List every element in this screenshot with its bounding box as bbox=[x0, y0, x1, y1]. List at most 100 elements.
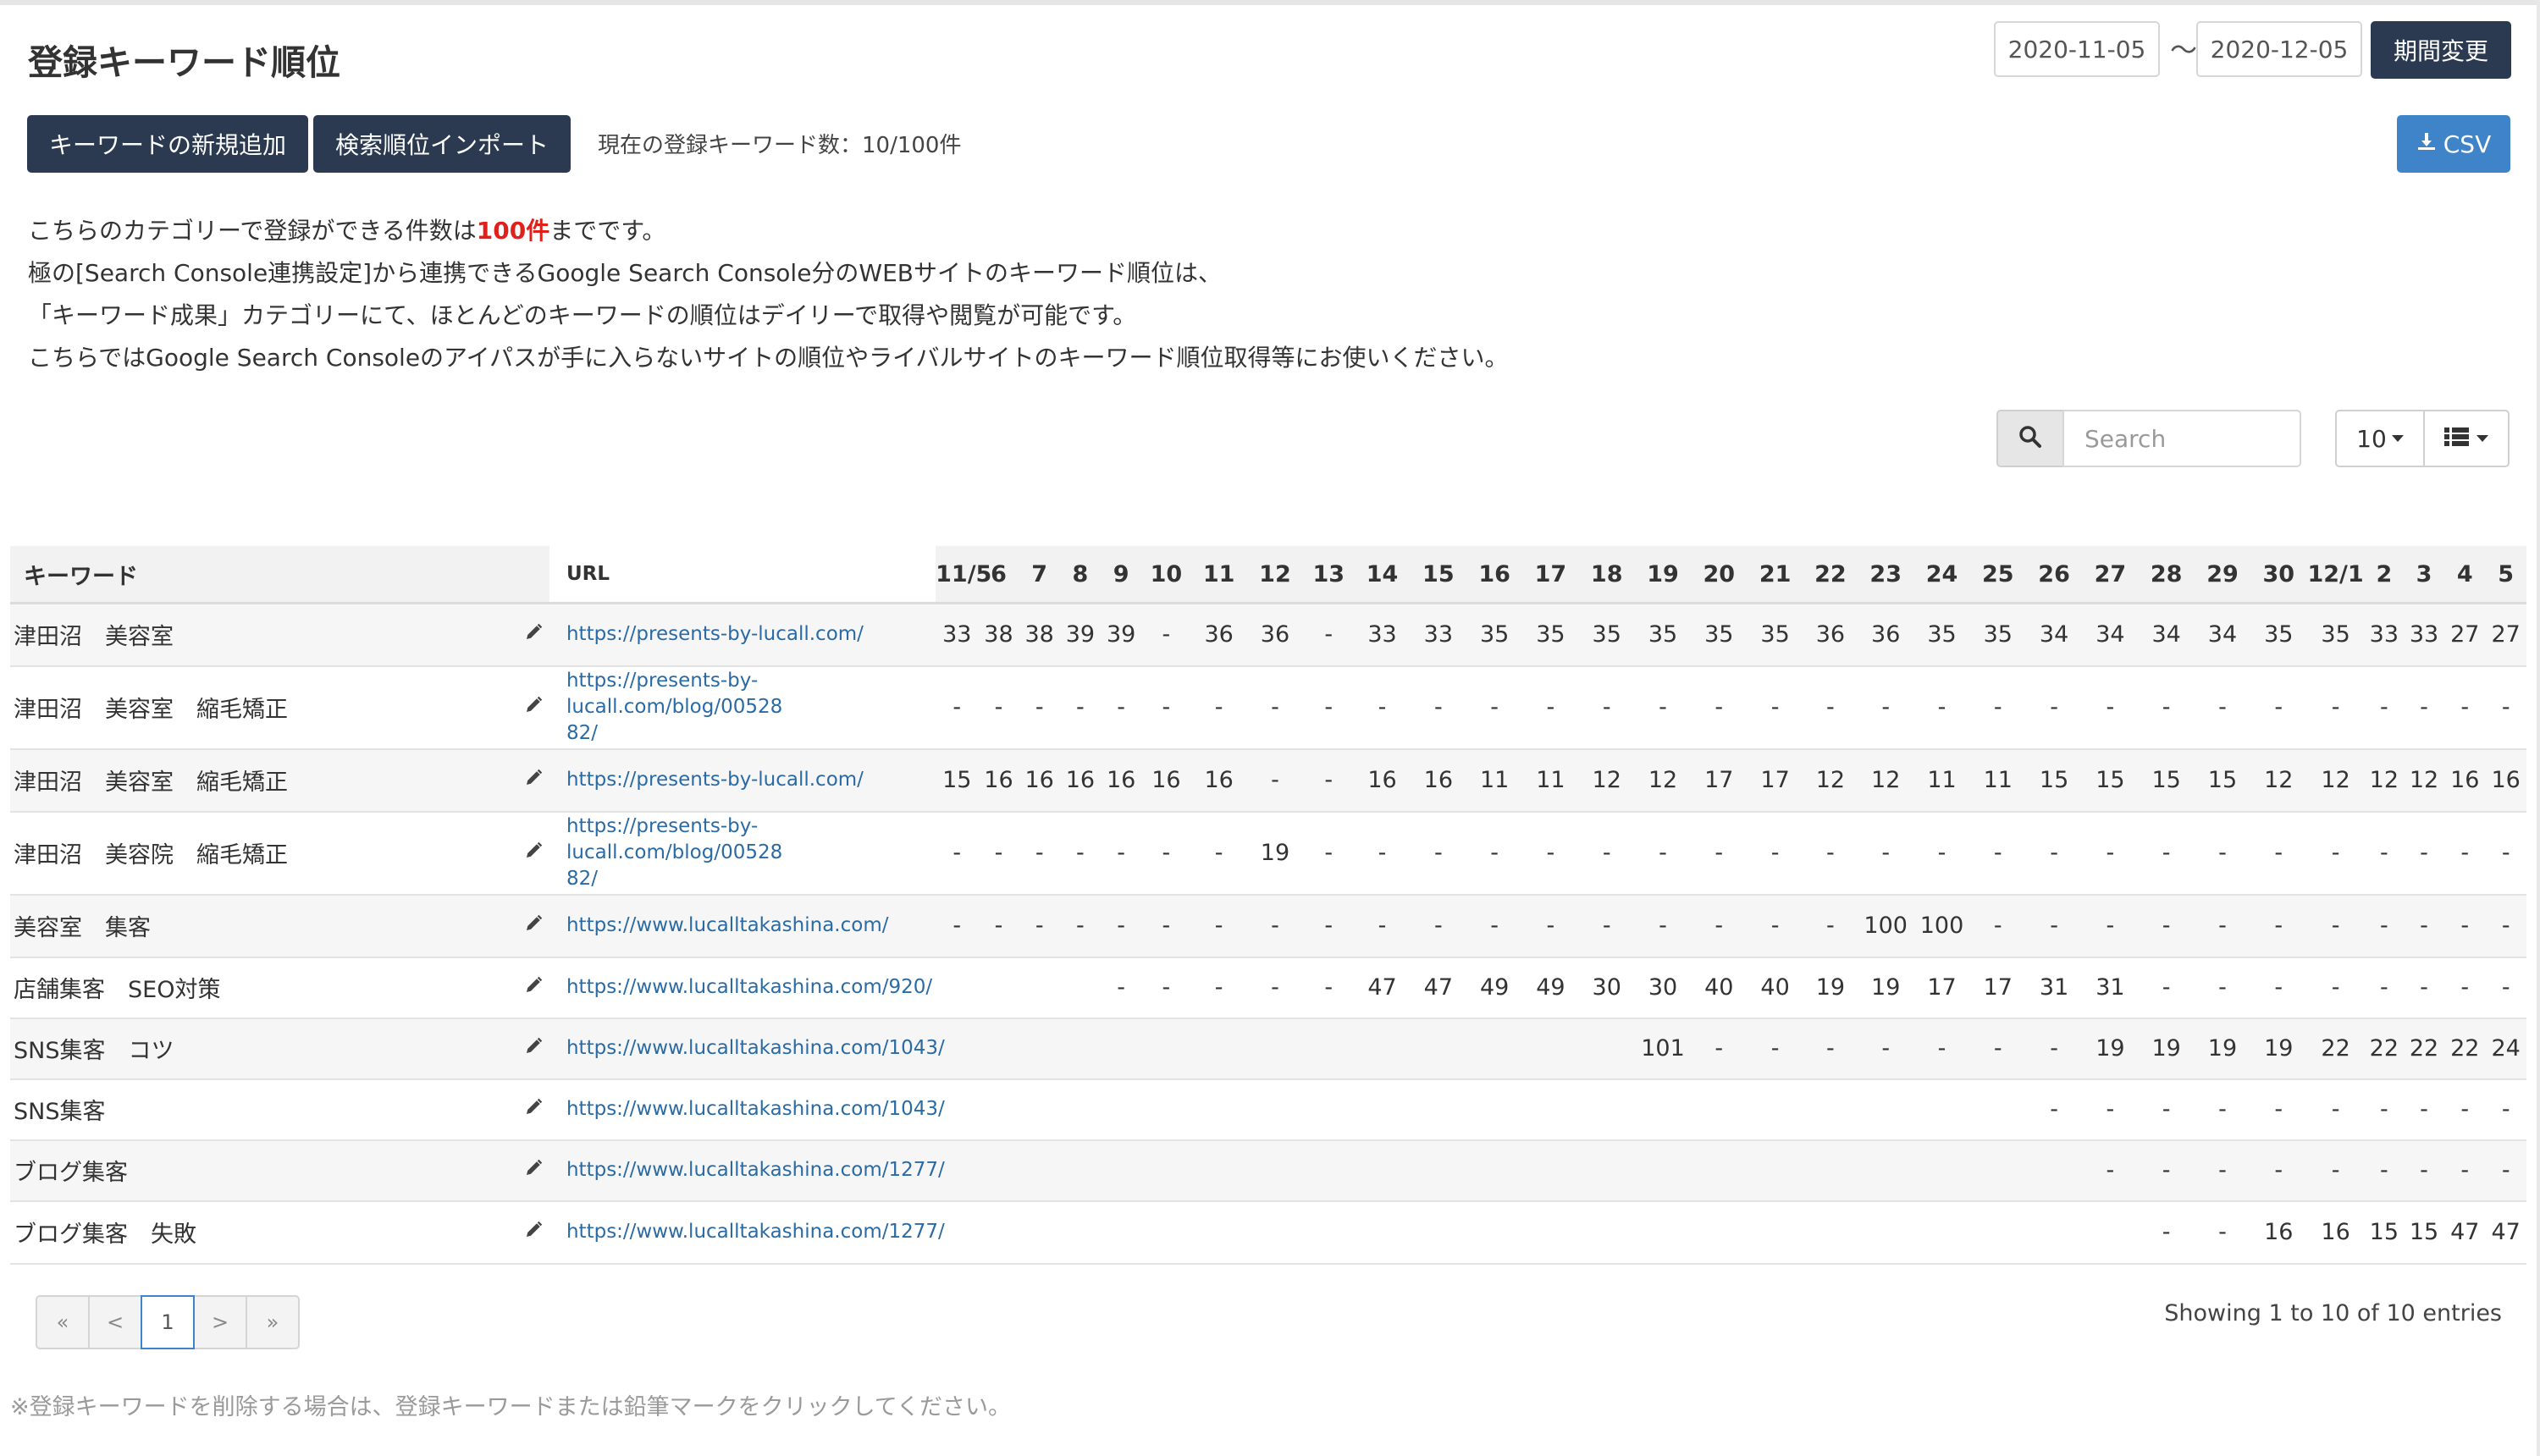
search-button[interactable] bbox=[1996, 410, 2062, 467]
rank-cell: 100 bbox=[1858, 894, 1914, 958]
rank-cell: 15 bbox=[2194, 748, 2251, 813]
rank-cell: 33 bbox=[936, 603, 979, 667]
csv-download-button[interactable]: CSV bbox=[2397, 115, 2510, 173]
url-link[interactable]: https://www.lucalltakashina.com/1277/ bbox=[566, 1221, 945, 1243]
rank-cell bbox=[2025, 1200, 2083, 1265]
column-header-date[interactable]: 18 bbox=[1578, 546, 1635, 604]
column-header-date[interactable]: 12 bbox=[1246, 546, 1304, 604]
column-header-date[interactable]: 29 bbox=[2194, 546, 2251, 604]
url-link[interactable]: https://presents-by-lucall.com/ bbox=[566, 623, 864, 645]
keyword-cell[interactable]: ブログ集客 失敗 bbox=[10, 1200, 512, 1265]
pencil-icon[interactable] bbox=[524, 840, 543, 866]
url-link[interactable]: https://www.lucalltakashina.com/1277/ bbox=[566, 1159, 945, 1181]
column-header-date[interactable]: 8 bbox=[1059, 546, 1102, 604]
edit-cell bbox=[511, 1200, 549, 1265]
page-last-button[interactable]: » bbox=[246, 1295, 300, 1349]
column-header-date[interactable]: 2 bbox=[2364, 546, 2404, 604]
column-header-date[interactable]: 4 bbox=[2444, 546, 2486, 604]
url-link[interactable]: https://www.lucalltakashina.com/ bbox=[566, 914, 889, 936]
rank-cell: 12 bbox=[1803, 748, 1858, 813]
url-link[interactable]: 82/ bbox=[566, 722, 598, 744]
add-keyword-button[interactable]: キーワードの新規追加 bbox=[27, 115, 308, 173]
page-first-button[interactable]: « bbox=[36, 1295, 90, 1349]
rank-cell bbox=[1466, 1200, 1523, 1265]
columns-toggle-button[interactable] bbox=[2423, 410, 2510, 467]
column-header-date[interactable]: 12/1 bbox=[2306, 546, 2365, 604]
keyword-cell[interactable]: ブログ集客 bbox=[10, 1139, 512, 1202]
column-header-date[interactable]: 17 bbox=[1522, 546, 1579, 604]
rank-cell: - bbox=[2485, 1139, 2526, 1202]
pencil-icon[interactable] bbox=[524, 694, 543, 720]
rank-cell bbox=[1354, 1139, 1411, 1202]
column-header-date[interactable]: 13 bbox=[1303, 546, 1355, 604]
column-header-date[interactable]: 26 bbox=[2025, 546, 2083, 604]
column-header-date[interactable]: 24 bbox=[1913, 546, 1970, 604]
pencil-icon[interactable] bbox=[524, 1096, 543, 1122]
url-link[interactable]: https://presents-by-lucall.com/blog/0052… bbox=[566, 815, 782, 863]
column-header-date[interactable]: 15 bbox=[1410, 546, 1466, 604]
url-link[interactable]: https://www.lucalltakashina.com/1043/ bbox=[566, 1037, 945, 1059]
column-header-date[interactable]: 27 bbox=[2082, 546, 2139, 604]
keyword-cell[interactable]: 津田沼 美容室 縮毛矯正 bbox=[10, 748, 512, 813]
rank-cell: 19 bbox=[1246, 811, 1304, 896]
search-input[interactable] bbox=[2062, 410, 2301, 467]
pencil-icon[interactable] bbox=[524, 1219, 543, 1245]
column-header-date[interactable]: 14 bbox=[1354, 546, 1411, 604]
page-prev-button[interactable]: < bbox=[88, 1295, 142, 1349]
column-header-date[interactable]: 16 bbox=[1466, 546, 1523, 604]
rank-cell: - bbox=[978, 665, 1019, 750]
keyword-cell[interactable]: 津田沼 美容室 縮毛矯正 bbox=[10, 665, 512, 750]
url-link[interactable]: 82/ bbox=[566, 868, 598, 890]
keyword-cell[interactable]: 美容室 集客 bbox=[10, 894, 512, 958]
column-header-date[interactable]: 21 bbox=[1747, 546, 1803, 604]
column-header-date[interactable]: 25 bbox=[1969, 546, 2026, 604]
url-link[interactable]: https://www.lucalltakashina.com/1043/ bbox=[566, 1098, 945, 1120]
url-link[interactable]: https://presents-by-lucall.com/ bbox=[566, 769, 864, 791]
import-rank-button[interactable]: 検索順位インポート bbox=[313, 115, 571, 173]
pencil-icon[interactable] bbox=[524, 1157, 543, 1183]
keyword-cell[interactable]: 津田沼 美容室 bbox=[10, 603, 512, 667]
rank-cell bbox=[1246, 1139, 1304, 1202]
column-header-date[interactable]: 30 bbox=[2250, 546, 2307, 604]
rank-cell bbox=[1101, 1139, 1142, 1202]
rank-cell: 35 bbox=[1691, 603, 1748, 667]
pencil-icon[interactable] bbox=[524, 767, 543, 793]
rank-cell bbox=[1634, 1200, 1692, 1265]
page-current-button[interactable]: 1 bbox=[141, 1295, 195, 1349]
keyword-cell[interactable]: 津田沼 美容院 縮毛矯正 bbox=[10, 811, 512, 896]
rank-cell: - bbox=[1803, 665, 1858, 750]
rank-cell bbox=[1246, 1200, 1304, 1265]
column-header-keyword[interactable]: キーワード bbox=[10, 546, 512, 604]
column-header-date[interactable]: 22 bbox=[1803, 546, 1858, 604]
keyword-cell[interactable]: SNS集客 コツ bbox=[10, 1018, 512, 1080]
column-header-date[interactable]: 23 bbox=[1858, 546, 1914, 604]
keyword-cell[interactable]: SNS集客 bbox=[10, 1078, 512, 1141]
column-header-url[interactable]: URL bbox=[549, 546, 936, 604]
keyword-cell[interactable]: 店舗集客 SEO対策 bbox=[10, 957, 512, 1019]
url-link[interactable]: https://www.lucalltakashina.com/920/ bbox=[566, 976, 932, 998]
column-header-date[interactable]: 20 bbox=[1691, 546, 1748, 604]
page-next-button[interactable]: > bbox=[193, 1295, 247, 1349]
pencil-icon[interactable] bbox=[524, 913, 543, 939]
pencil-icon[interactable] bbox=[524, 974, 543, 1001]
column-header-date[interactable]: 10 bbox=[1141, 546, 1191, 604]
column-header-date[interactable]: 3 bbox=[2403, 546, 2445, 604]
pencil-icon[interactable] bbox=[524, 621, 543, 648]
pencil-icon[interactable] bbox=[524, 1035, 543, 1062]
rank-cell bbox=[1059, 1139, 1102, 1202]
column-header-date[interactable]: 5 bbox=[2485, 546, 2526, 604]
period-change-button[interactable]: 期間変更 bbox=[2371, 21, 2511, 79]
page-size-dropdown[interactable]: 10 bbox=[2335, 410, 2425, 467]
rank-cell: - bbox=[1578, 665, 1635, 750]
column-header-date[interactable]: 7 bbox=[1019, 546, 1060, 604]
column-header-date[interactable]: 11 bbox=[1190, 546, 1247, 604]
column-header-date[interactable]: 19 bbox=[1634, 546, 1692, 604]
url-link[interactable]: https://presents-by-lucall.com/blog/0052… bbox=[566, 670, 782, 718]
date-to-input[interactable]: 2020-12-05 bbox=[2196, 21, 2362, 77]
date-from-input[interactable]: 2020-11-05 bbox=[1994, 21, 2160, 77]
column-header-date[interactable]: 28 bbox=[2138, 546, 2195, 604]
rank-cell: - bbox=[2138, 811, 2195, 896]
column-header-date[interactable]: 9 bbox=[1101, 546, 1142, 604]
column-header-date[interactable]: 11/5 bbox=[936, 546, 991, 604]
table-row: ブログ集客 失敗 https://www.lucalltakashina.com/… bbox=[10, 1200, 2526, 1265]
